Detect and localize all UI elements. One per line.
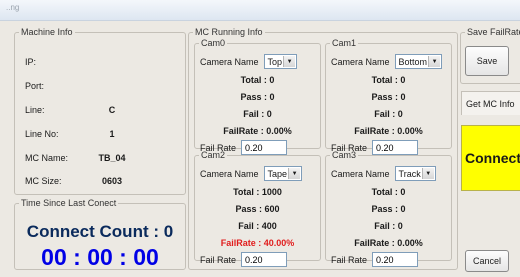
cam2-group: Cam2 Camera Name Tape ▼ Total : 1000 Pass : 6… — [194, 150, 321, 267]
total-count: Total : 1000 — [233, 187, 282, 197]
pass-count: Pass : 0 — [371, 92, 406, 102]
chevron-down-icon[interactable]: ▼ — [288, 168, 301, 179]
cam1-title: Cam1 — [332, 38, 357, 48]
cam1-group: Cam1 Camera Name Bottom ▼ Total : 0 Pass : 0 F… — [325, 38, 452, 155]
machine-info-label: Port: — [25, 81, 45, 91]
machine-info-value: TB_04 — [98, 153, 126, 163]
connect-button[interactable]: Connect — [461, 125, 520, 191]
camera-name-label: Camera Name — [200, 56, 259, 67]
total-count: Total : 0 — [240, 75, 275, 85]
machine-info-label: Line: — [25, 105, 45, 115]
pass-count: Pass : 0 — [240, 92, 275, 102]
save-failrate-title: Save FailRate — [467, 27, 520, 37]
fail-count: Fail : 0 — [374, 221, 403, 231]
cam2-title: Cam2 — [201, 150, 226, 160]
camera-name-label: Camera Name — [331, 168, 390, 179]
time-since-last-connect-group: Time Since Last Conect Connect Count : 0… — [14, 198, 186, 270]
cam0-group: Cam0 Camera Name Top ▼ Total : 0 Pass : 0 Fail… — [194, 38, 321, 155]
fail-count: Fail : 400 — [238, 221, 277, 231]
machine-info-group: Machine Info IP: Port: Line: C Line No: 1 MC N… — [14, 27, 186, 195]
cancel-button[interactable]: Cancel — [465, 250, 509, 272]
machine-info-label: IP: — [25, 57, 37, 67]
camera-name-label: Camera Name — [200, 168, 259, 179]
camera-name-select[interactable]: Tape ▼ — [263, 166, 303, 181]
machine-info-value: 0603 — [101, 176, 123, 186]
machine-info-title: Machine Info — [21, 27, 73, 37]
pass-count: Pass : 600 — [235, 204, 280, 214]
fail-rate-input[interactable] — [241, 252, 288, 267]
camera-name-value: Bottom — [398, 57, 428, 67]
machine-info-value: C — [108, 105, 116, 115]
fail-rate-input[interactable] — [372, 252, 419, 267]
machine-info-label: MC Size: — [25, 176, 62, 186]
time-since-last-connect-title: Time Since Last Conect — [21, 198, 117, 208]
machine-info-label: MC Name: — [25, 153, 69, 163]
camera-name-value: Tape — [267, 169, 288, 179]
camera-name-value: Top — [267, 57, 283, 67]
window-title: ..ng — [6, 3, 20, 12]
get-mc-info-tab[interactable]: Get MC Info — [461, 91, 520, 115]
camera-name-label: Camera Name — [331, 56, 390, 67]
chevron-down-icon[interactable]: ▼ — [421, 168, 434, 179]
cam3-group: Cam3 Camera Name Track ▼ Total : 0 Pass : 0 Fa… — [325, 150, 452, 267]
camera-name-select[interactable]: Top ▼ — [263, 54, 298, 69]
fail-count: Fail : 0 — [374, 109, 403, 119]
camera-name-select[interactable]: Bottom ▼ — [394, 54, 443, 69]
chevron-down-icon[interactable]: ▼ — [283, 56, 296, 67]
fail-count: Fail : 0 — [243, 109, 272, 119]
total-count: Total : 0 — [371, 187, 406, 197]
save-button[interactable]: Save — [465, 46, 509, 76]
cam0-title: Cam0 — [201, 38, 226, 48]
fail-rate-percent: FailRate : 0.00% — [354, 126, 423, 136]
fail-rate-percent: FailRate : 0.00% — [354, 238, 423, 248]
camera-name-value: Track — [398, 169, 421, 179]
fail-rate-label: Fail Rate — [200, 254, 237, 265]
machine-info-label: Line No: — [25, 129, 59, 139]
machine-info-value: 1 — [109, 129, 115, 139]
pass-count: Pass : 0 — [371, 204, 406, 214]
fail-rate-label: Fail Rate — [331, 254, 368, 265]
fail-rate-percent: FailRate : 40.00% — [220, 238, 295, 248]
fail-rate-percent: FailRate : 0.00% — [223, 126, 292, 136]
chevron-down-icon[interactable]: ▼ — [428, 56, 441, 67]
mc-running-info-title: MC Running Info — [195, 27, 263, 37]
camera-name-select[interactable]: Track ▼ — [394, 166, 436, 181]
elapsed-time: 00 : 00 : 00 — [41, 244, 159, 270]
cam3-title: Cam3 — [332, 150, 357, 160]
total-count: Total : 0 — [371, 75, 406, 85]
window-title-bar: ..ng — [0, 0, 520, 21]
connect-count: Connect Count : 0 — [26, 222, 174, 241]
